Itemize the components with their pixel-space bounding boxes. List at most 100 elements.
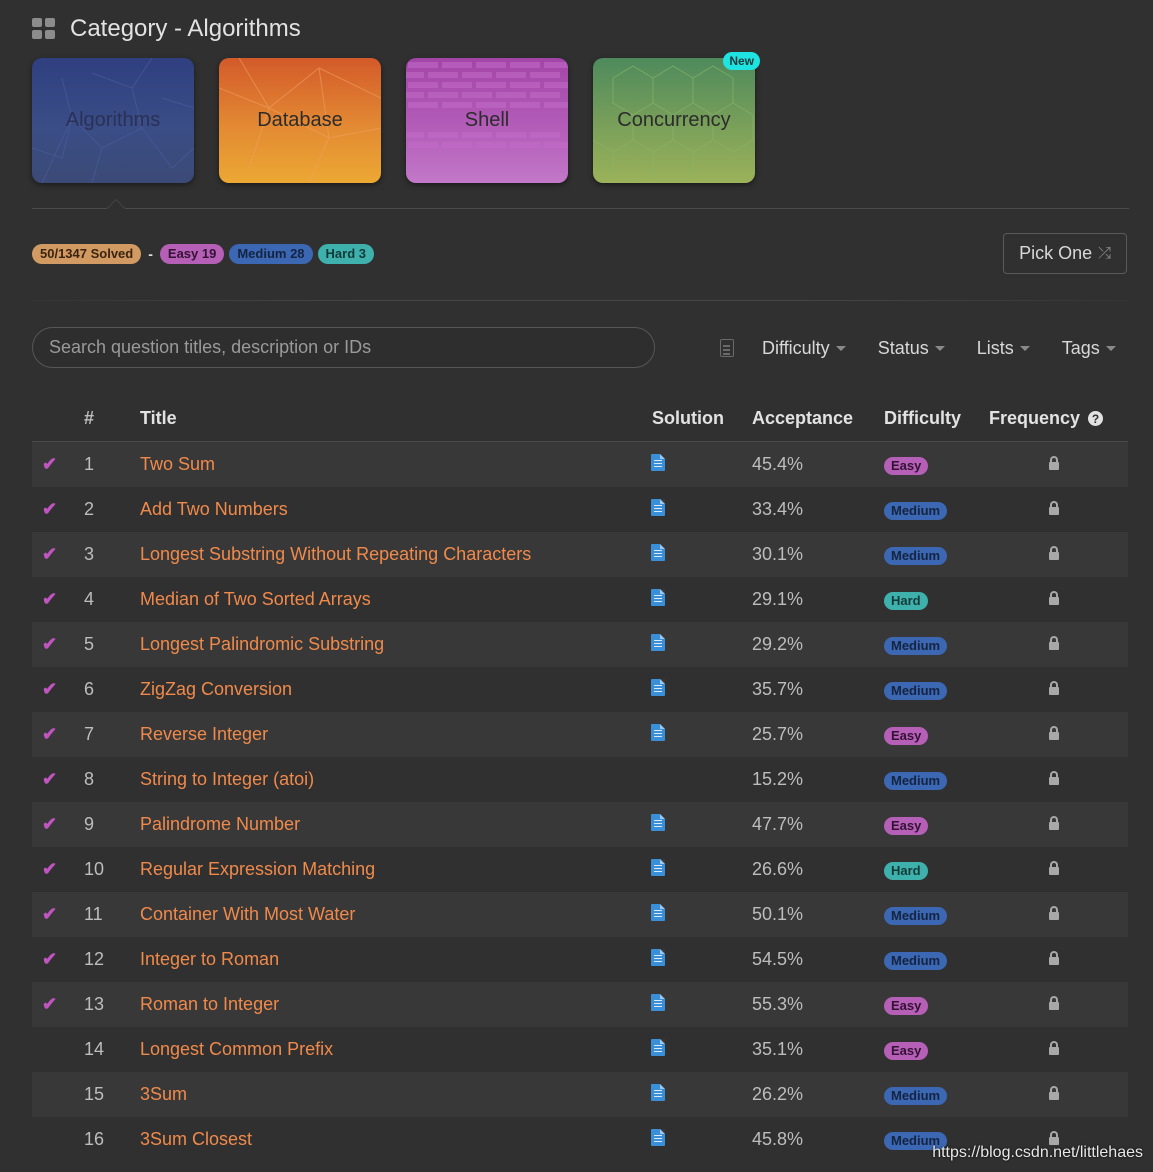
solution-document-icon[interactable] xyxy=(651,903,665,921)
solution-document-icon[interactable] xyxy=(651,633,665,651)
status-cell: ✔ xyxy=(32,769,72,790)
lock-icon[interactable] xyxy=(1049,771,1059,785)
solution-document-icon[interactable] xyxy=(651,453,665,471)
problem-title-link[interactable]: 3Sum Closest xyxy=(140,1129,252,1149)
category-card-shell[interactable]: Shell xyxy=(406,58,568,183)
difficulty-cell: Hard xyxy=(884,589,989,610)
acceptance-rate: 29.2% xyxy=(752,634,804,654)
problem-title-link[interactable]: Integer to Roman xyxy=(140,949,279,969)
solution-document-icon[interactable] xyxy=(651,543,665,561)
category-card-concurrency[interactable]: Concurrency New xyxy=(593,52,760,183)
lock-icon[interactable] xyxy=(1049,906,1059,920)
status-cell: ✔ xyxy=(32,589,72,610)
filter-label: Lists xyxy=(976,337,1014,358)
column-header-frequency[interactable]: Frequency? xyxy=(989,408,1128,429)
solution-cell xyxy=(651,1038,752,1061)
title-cell: Palindrome Number xyxy=(140,814,652,835)
difficulty-cell: Medium xyxy=(884,634,989,655)
solution-document-icon[interactable] xyxy=(651,1038,665,1056)
problem-title-link[interactable]: 3Sum xyxy=(140,1084,187,1104)
lock-icon[interactable] xyxy=(1049,681,1059,695)
lock-icon[interactable] xyxy=(1049,636,1059,650)
category-card-algorithms[interactable]: Algorithms xyxy=(32,58,194,183)
filter-label: Tags xyxy=(1061,337,1100,358)
problem-title-link[interactable]: String to Integer (atoi) xyxy=(140,769,314,789)
difficulty-cell: Easy xyxy=(884,994,989,1015)
difficulty-filter-dropdown[interactable]: Difficulty xyxy=(762,338,846,359)
table-row: ✔ 4 Median of Two Sorted Arrays 29.1% Hard xyxy=(32,577,1128,622)
lock-icon[interactable] xyxy=(1049,501,1059,515)
solution-document-icon[interactable] xyxy=(651,1083,665,1101)
lock-icon[interactable] xyxy=(1049,996,1059,1010)
check-icon: ✔ xyxy=(42,544,58,564)
solution-document-icon[interactable] xyxy=(651,498,665,516)
column-header-title[interactable]: Title xyxy=(140,408,652,429)
check-icon: ✔ xyxy=(42,679,58,699)
lock-icon[interactable] xyxy=(1049,951,1059,965)
solution-cell xyxy=(651,858,752,881)
solution-document-icon[interactable] xyxy=(651,948,665,966)
lock-icon[interactable] xyxy=(1049,861,1059,875)
status-cell: ✔ xyxy=(32,814,72,835)
problem-title-link[interactable]: Add Two Numbers xyxy=(140,499,288,519)
pick-one-button[interactable]: Pick One ⤮ xyxy=(1003,233,1127,274)
search-input[interactable] xyxy=(32,327,655,368)
problem-title-link[interactable]: ZigZag Conversion xyxy=(140,679,292,699)
solution-document-icon[interactable] xyxy=(651,723,665,741)
problem-title-link[interactable]: Two Sum xyxy=(140,454,215,474)
lock-icon[interactable] xyxy=(1049,456,1059,470)
solution-cell xyxy=(651,588,752,611)
document-icon[interactable] xyxy=(720,339,734,357)
check-icon: ✔ xyxy=(42,634,58,654)
problem-title-link[interactable]: Longest Palindromic Substring xyxy=(140,634,384,654)
question-circle-icon[interactable]: ? xyxy=(1088,411,1104,426)
table-body: ✔ 1 Two Sum 45.4% Easy ✔ 2 Add Two Numbers 33.4%… xyxy=(32,442,1128,1162)
solution-document-icon[interactable] xyxy=(651,813,665,831)
title-cell: Longest Substring Without Repeating Char… xyxy=(140,544,652,565)
category-cards: Algorithms Database Shell Concurrency Ne… xyxy=(32,52,760,183)
frequency-cell xyxy=(989,859,1128,880)
solution-document-icon[interactable] xyxy=(651,993,665,1011)
column-header-difficulty[interactable]: Difficulty xyxy=(884,408,989,429)
problem-title-link[interactable]: Regular Expression Matching xyxy=(140,859,375,879)
tags-filter-dropdown[interactable]: Tags xyxy=(1062,338,1116,359)
column-header-number[interactable]: # xyxy=(72,408,140,429)
problem-title-link[interactable]: Container With Most Water xyxy=(140,904,355,924)
problem-title-link[interactable]: Median of Two Sorted Arrays xyxy=(140,589,371,609)
problem-id: 2 xyxy=(84,499,95,519)
column-header-solution[interactable]: Solution xyxy=(652,408,752,429)
problem-title-link[interactable]: Palindrome Number xyxy=(140,814,300,834)
lock-icon[interactable] xyxy=(1049,1041,1059,1055)
difficulty-badge: Easy xyxy=(884,817,929,835)
table-row: ✔ 12 Integer to Roman 54.5% Medium xyxy=(32,937,1128,982)
difficulty-badge: Easy xyxy=(884,457,929,475)
solution-document-icon[interactable] xyxy=(651,858,665,876)
lock-icon[interactable] xyxy=(1049,816,1059,830)
status-filter-dropdown[interactable]: Status xyxy=(878,338,945,359)
acceptance-rate: 35.1% xyxy=(752,1039,804,1059)
lock-icon[interactable] xyxy=(1049,1086,1059,1100)
table-row: ✔ 8 String to Integer (atoi) 15.2% Medium xyxy=(32,757,1128,802)
title-cell: Longest Palindromic Substring xyxy=(140,634,652,655)
category-card-database[interactable]: Database xyxy=(219,58,381,183)
status-cell: ✔ xyxy=(32,679,72,700)
filter-label: Status xyxy=(877,337,929,358)
lists-filter-dropdown[interactable]: Lists xyxy=(977,338,1030,359)
solution-document-icon[interactable] xyxy=(651,1128,665,1146)
lock-icon[interactable] xyxy=(1049,591,1059,605)
problem-title-link[interactable]: Longest Common Prefix xyxy=(140,1039,333,1059)
column-header-acceptance[interactable]: Acceptance xyxy=(752,408,884,429)
difficulty-badge: Hard xyxy=(884,862,928,880)
problem-title-link[interactable]: Reverse Integer xyxy=(140,724,268,744)
solution-document-icon[interactable] xyxy=(651,678,665,696)
difficulty-badge: Medium xyxy=(884,952,948,970)
lock-icon[interactable] xyxy=(1049,726,1059,740)
acceptance-rate: 45.4% xyxy=(752,454,804,474)
problem-title-link[interactable]: Longest Substring Without Repeating Char… xyxy=(140,544,531,564)
difficulty-badge: Easy xyxy=(884,727,929,745)
lock-icon[interactable] xyxy=(1049,546,1059,560)
problem-id: 8 xyxy=(84,769,95,789)
problem-title-link[interactable]: Roman to Integer xyxy=(140,994,279,1014)
problems-table: # Title Solution Acceptance Difficulty F… xyxy=(32,395,1128,1162)
solution-document-icon[interactable] xyxy=(651,588,665,606)
